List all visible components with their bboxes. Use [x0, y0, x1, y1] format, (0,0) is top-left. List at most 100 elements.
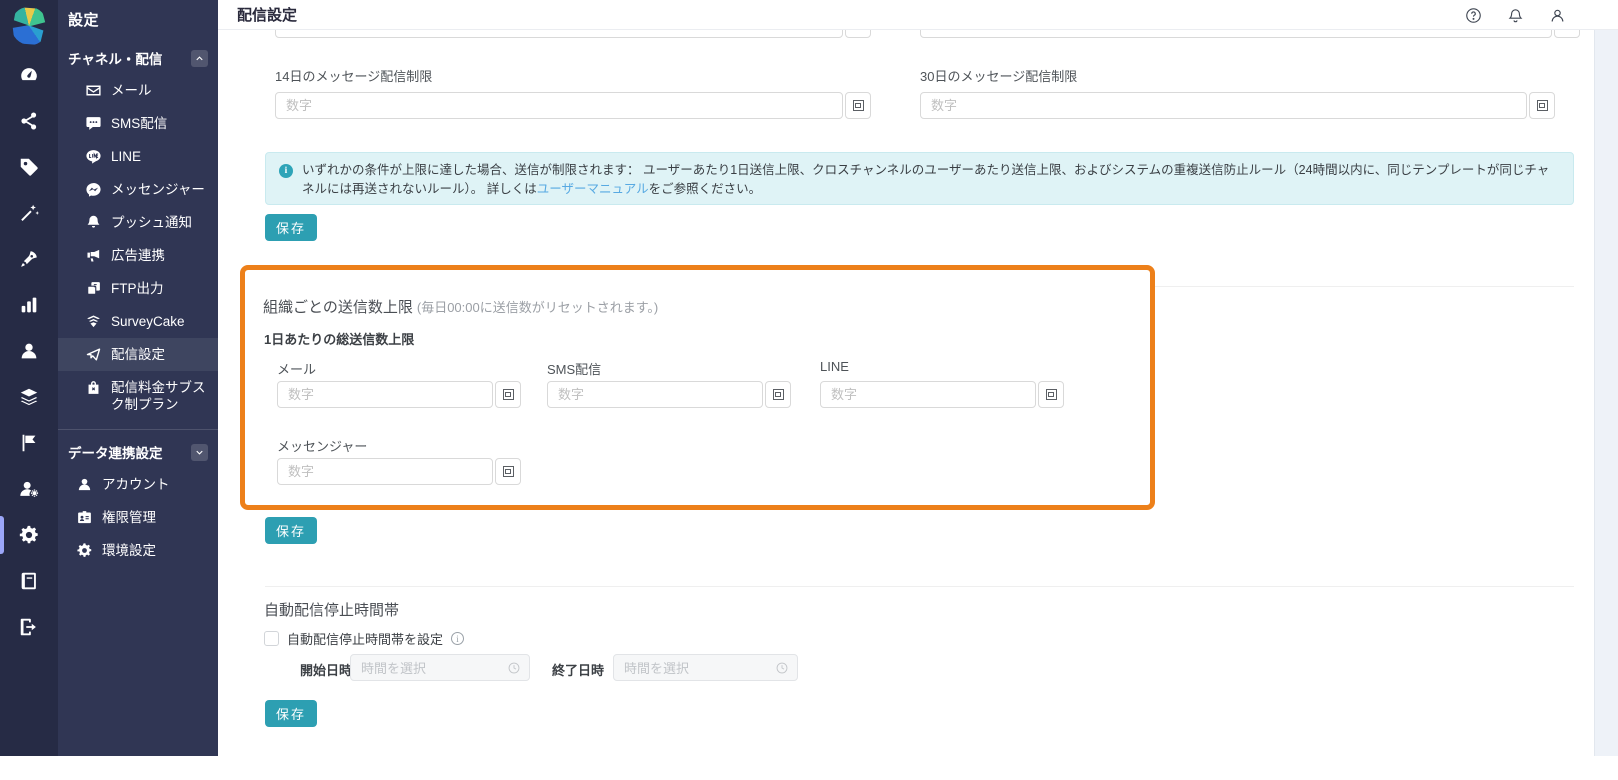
rail-customers[interactable] — [0, 328, 58, 374]
org-limits-title-text: 組織ごとの送信数上限 — [263, 299, 413, 316]
user-icon — [78, 478, 91, 491]
rail-settings[interactable] — [0, 512, 58, 558]
counter-addon-button[interactable] — [1038, 381, 1064, 408]
sidebar-item-line[interactable]: LINE — [58, 140, 218, 173]
gauge-icon — [21, 68, 37, 81]
rail-dashboard[interactable] — [0, 52, 58, 98]
rail-logout[interactable] — [0, 604, 58, 650]
sidebar-item-mail[interactable]: メール — [58, 74, 218, 107]
sidebar-item-label: SMS配信 — [111, 116, 168, 131]
save-button-limits[interactable]: 保存 — [265, 214, 317, 241]
quiet-hours-checkbox[interactable] — [264, 631, 279, 646]
sidebar-title: 設定 — [68, 12, 100, 29]
end-time-placeholder: 時間を選択 — [624, 661, 690, 676]
sidebar-item-ads[interactable]: 広告連携 — [58, 239, 218, 272]
flag-icon — [22, 434, 36, 452]
sidebar-item-subscription-plan[interactable]: 配信料金サブスク制プラン — [58, 371, 218, 421]
rail-logs[interactable] — [0, 558, 58, 604]
chevron-up-icon[interactable] — [191, 49, 208, 67]
help-icon[interactable] — [1465, 7, 1482, 24]
cutoff-input-left — [275, 30, 871, 38]
nested-square-icon — [1536, 100, 1548, 111]
org-limits-subtitle: 1日あたりの総送信数上限 — [264, 332, 415, 347]
bar-chart-icon — [21, 297, 37, 313]
clock-icon — [776, 662, 788, 673]
rail-tags[interactable] — [0, 144, 58, 190]
sidebar-item-environment[interactable]: 環境設定 — [58, 534, 218, 567]
rail-flags[interactable] — [0, 420, 58, 466]
rail-campaigns[interactable] — [0, 236, 58, 282]
send-icon — [86, 348, 101, 361]
counter-addon-button[interactable] — [765, 381, 791, 408]
settings-sidebar: 設定 チャネル・配信 メール SMS配信 LINE メッセンジャー プッシュ通知… — [58, 0, 218, 756]
counter-addon-button[interactable] — [1554, 30, 1580, 38]
idcard-icon — [78, 511, 91, 524]
section-channels[interactable]: チャネル・配信 — [58, 30, 218, 74]
user-icon[interactable] — [1549, 7, 1566, 24]
limit-14d-input[interactable] — [275, 92, 843, 119]
chevron-down-icon[interactable] — [191, 443, 208, 461]
start-time-picker[interactable]: 時間を選択 — [350, 654, 530, 681]
number-input[interactable] — [275, 30, 843, 38]
counter-addon-button[interactable] — [1529, 92, 1555, 119]
messenger-icon — [86, 183, 101, 197]
gear-icon — [19, 525, 38, 544]
org-limits-title-note: (毎日00:00に送信数がリセットされます。) — [416, 300, 659, 315]
sidebar-item-push[interactable]: プッシュ通知 — [58, 206, 218, 239]
info-tooltip-icon[interactable]: i — [451, 632, 465, 645]
org-sms-input[interactable] — [547, 381, 763, 408]
org-sms-field — [547, 381, 791, 408]
rail-automation[interactable] — [0, 190, 58, 236]
clock-icon — [508, 662, 520, 673]
counter-addon-button[interactable] — [495, 381, 521, 408]
section-channels-label: チャネル・配信 — [68, 52, 163, 67]
number-input[interactable] — [920, 30, 1552, 38]
sidebar-item-delivery-settings[interactable]: 配信設定 — [58, 338, 218, 371]
bell-icon — [87, 215, 100, 228]
sidebar-item-ftp[interactable]: FTP出力 — [58, 272, 218, 305]
sidebar-item-surveycake[interactable]: SurveyCake — [58, 305, 218, 338]
logout-icon — [20, 618, 36, 636]
scrollbar-gutter[interactable] — [1594, 30, 1618, 756]
section-divider — [265, 586, 1574, 587]
ftp-icon — [87, 282, 100, 295]
counter-addon-button[interactable] — [845, 30, 871, 38]
page-title: 配信設定 — [237, 7, 298, 24]
section-data-integration[interactable]: データ連携設定 — [58, 429, 218, 468]
org-mail-label: メール — [277, 362, 317, 377]
layers-box-icon — [20, 388, 38, 406]
start-time-placeholder: 時間を選択 — [361, 661, 427, 676]
end-time-label: 終了日時 — [552, 663, 605, 678]
end-time-picker[interactable]: 時間を選択 — [613, 654, 798, 681]
rail-share[interactable] — [0, 98, 58, 144]
app-logo[interactable] — [0, 0, 58, 52]
save-button-org-limits[interactable]: 保存 — [265, 517, 317, 544]
org-mail-input[interactable] — [277, 381, 493, 408]
magic-wand-icon — [21, 204, 40, 221]
sidebar-item-permissions[interactable]: 権限管理 — [58, 501, 218, 534]
rail-user-settings[interactable] — [0, 466, 58, 512]
sidebar-item-account[interactable]: アカウント — [58, 468, 218, 501]
limit-30d-input[interactable] — [920, 92, 1527, 119]
org-line-label: LINE — [820, 359, 849, 374]
limit-30d-field — [920, 92, 1555, 119]
org-messenger-input[interactable] — [277, 458, 493, 485]
save-button-quiet-hours[interactable]: 保存 — [265, 700, 317, 727]
rail-analytics[interactable] — [0, 282, 58, 328]
sidebar-item-messenger[interactable]: メッセンジャー — [58, 173, 218, 206]
share-nodes-icon — [21, 112, 37, 130]
rail-products[interactable] — [0, 374, 58, 420]
bell-icon[interactable] — [1507, 7, 1524, 24]
sidebar-item-sms[interactable]: SMS配信 — [58, 107, 218, 140]
quiet-hours-checkbox-row: 自動配信停止時間帯を設定 i — [264, 629, 465, 648]
org-messenger-label: メッセンジャー — [277, 439, 368, 454]
counter-addon-button[interactable] — [845, 92, 871, 119]
sidebar-item-label: 配信設定 — [111, 347, 165, 362]
mail-icon — [86, 85, 101, 96]
user-manual-link[interactable]: ユーザーマニュアル — [537, 182, 649, 196]
topbar: 配信設定 — [218, 0, 1618, 30]
main-content: 14日のメッセージ配信制限 30日のメッセージ配信制限 i いずれかの条件が上限… — [218, 30, 1594, 756]
sidebar-item-label: FTP出力 — [111, 281, 164, 296]
org-line-input[interactable] — [820, 381, 1036, 408]
counter-addon-button[interactable] — [495, 458, 521, 485]
